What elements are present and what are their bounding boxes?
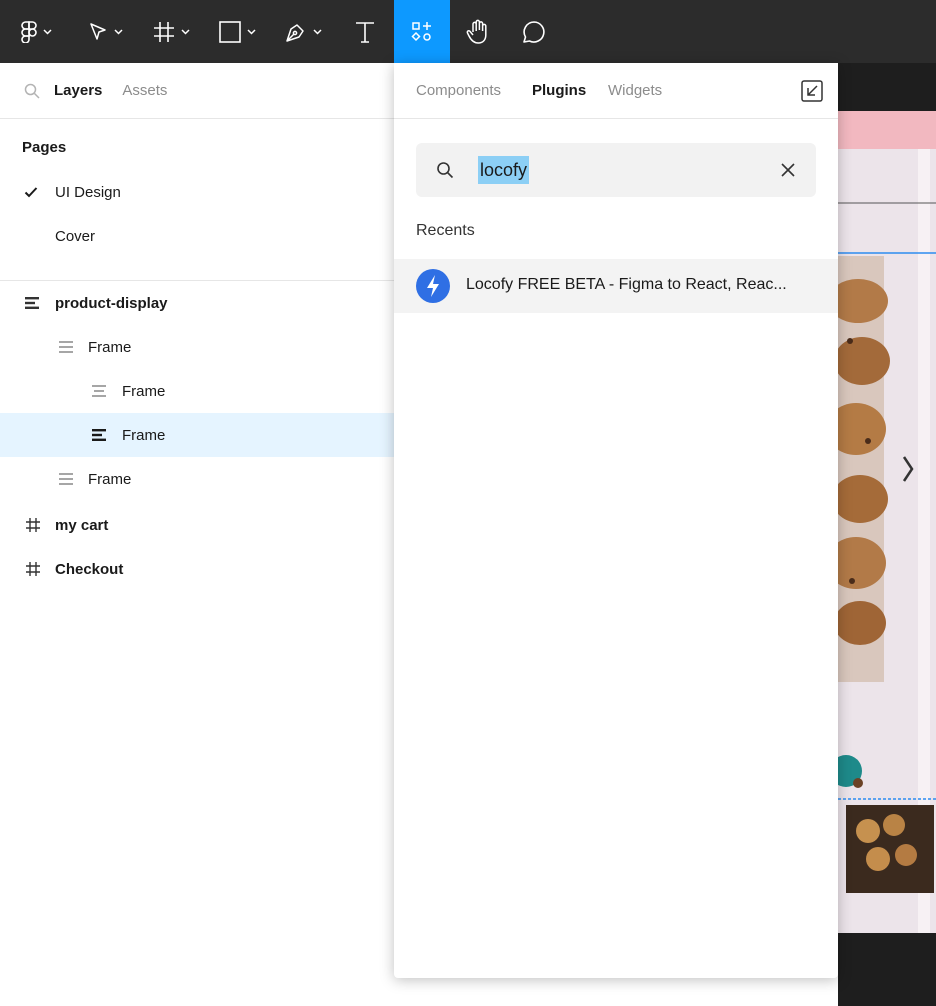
collapse-panel-icon[interactable] [800,79,824,103]
layers-panel: Layers Assets Pages UI Design Cover prod… [0,63,394,1006]
tab-components[interactable]: Components [416,82,501,99]
checkmark-icon [24,187,38,198]
plugin-search-box: locofy [416,143,816,197]
auto-layout-vertical-icon [92,385,106,397]
text-tool-button[interactable] [336,0,394,63]
plugin-result-item[interactable]: Locofy FREE BETA - Figma to React, Reac.… [394,259,838,313]
plugin-search-input[interactable]: locofy [478,156,530,184]
auto-layout-vertical-icon [59,341,73,353]
lightning-icon [416,269,450,303]
layer-label: Frame [88,338,132,356]
frame-hash-icon [26,518,40,532]
layer-frame[interactable]: Frame [0,457,394,501]
layer-label: product-display [55,294,168,312]
layers-panel-header: Layers Assets [0,63,394,119]
auto-layout-vertical-icon [92,429,106,441]
layer-my-cart[interactable]: my cart [0,503,394,547]
tab-layers[interactable]: Layers [54,82,102,99]
layer-frame[interactable]: Frame [0,325,394,369]
toolbar [0,0,936,63]
resources-popover: Components Plugins Widgets locofy Recent… [394,63,838,978]
tab-assets[interactable]: Assets [122,82,167,99]
chevron-down-icon [180,28,190,35]
search-icon [437,162,454,179]
tab-widgets[interactable]: Widgets [608,82,662,99]
page-label: Cover [55,227,96,245]
search-icon[interactable] [24,83,40,99]
layer-checkout[interactable]: Checkout [0,547,394,591]
cursor-arrow-icon [89,22,106,40]
layer-label: Frame [122,426,166,444]
comment-bubble-icon [523,20,545,43]
popover-header: Components Plugins Widgets [394,63,838,119]
chevron-down-icon [113,28,123,35]
chevron-down-icon [246,28,256,35]
layer-frame-selected[interactable]: Frame [0,413,394,457]
figma-logo-icon [20,20,37,43]
clear-search-icon[interactable] [780,162,796,178]
plugin-result-label: Locofy FREE BETA - Figma to React, Reac.… [466,276,787,293]
comment-tool-button[interactable] [506,0,562,63]
page-item-cover[interactable]: Cover [0,214,394,258]
canvas[interactable] [826,63,936,1006]
pen-nib-icon [285,23,304,42]
frame-hash-icon [153,21,174,42]
page-item-ui-design[interactable]: UI Design [0,170,394,214]
auto-layout-vertical-icon [25,297,39,309]
layer-label: Frame [122,382,166,400]
layer-frame[interactable]: Frame [0,369,394,413]
hand-tool-button[interactable] [450,0,506,63]
main-menu-button[interactable] [0,0,72,63]
text-t-icon [356,21,374,43]
rectangle-icon [218,20,241,43]
resources-tool-button[interactable] [394,0,450,63]
resources-icon [411,21,431,41]
move-tool-button[interactable] [72,0,138,63]
layer-product-display[interactable]: product-display [0,281,394,325]
pages-title: Pages [22,139,67,156]
canvas-preview-graphic [826,111,936,933]
frame-tool-button[interactable] [138,0,204,63]
layer-label: Checkout [55,560,124,578]
auto-layout-vertical-icon [59,473,73,485]
chevron-down-icon [42,28,52,35]
shape-tool-button[interactable] [204,0,270,63]
layer-label: my cart [55,516,109,534]
tab-plugins[interactable]: Plugins [532,82,586,99]
layer-label: Frame [88,470,132,488]
recents-title: Recents [416,222,475,239]
chevron-down-icon [312,28,322,35]
pen-tool-button[interactable] [270,0,336,63]
frame-hash-icon [26,562,40,576]
hand-icon [466,19,487,44]
canvas-design-board [826,111,936,933]
page-label: UI Design [55,183,121,201]
